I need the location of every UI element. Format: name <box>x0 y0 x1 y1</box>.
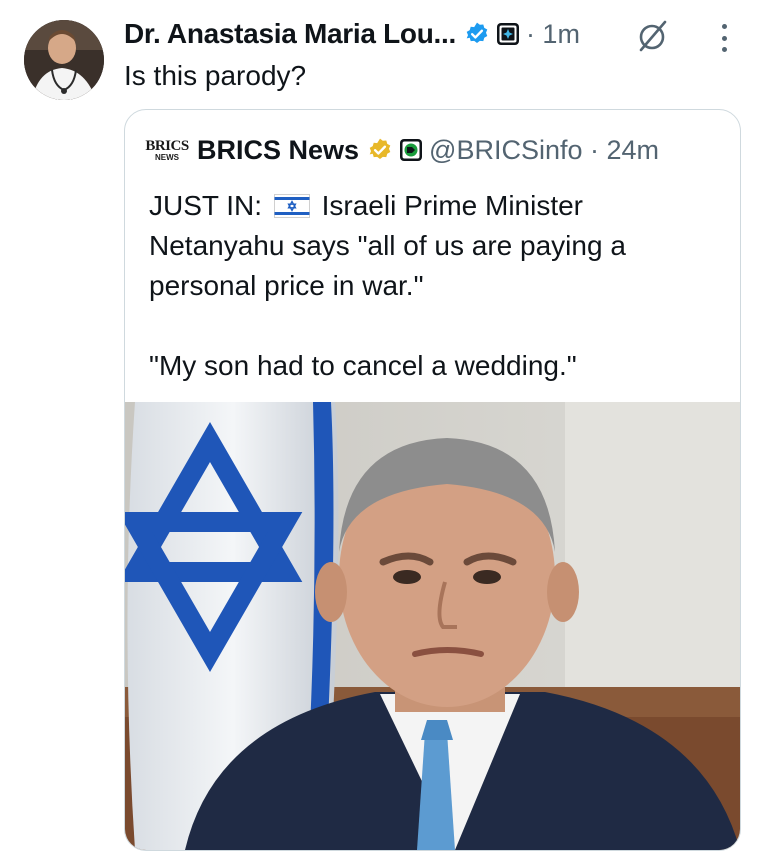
quoted-tweet-photo[interactable] <box>125 402 740 850</box>
affiliation-badge-icon[interactable] <box>399 138 423 162</box>
verified-badge-blue-icon <box>464 21 490 47</box>
grok-slash-icon[interactable] <box>632 16 672 61</box>
quoted-tweet[interactable]: BRICS NEWS BRICS News @BRICSinfo · 24m J… <box>124 109 741 851</box>
quoted-tweet-header: BRICS NEWS BRICS News @BRICSinfo · 24m <box>145 130 659 170</box>
verified-badge-gold-icon <box>367 137 393 163</box>
header-actions <box>632 16 672 61</box>
quoted-display-name[interactable]: BRICS News <box>197 135 359 166</box>
quoted-handle-time[interactable]: @BRICSinfo · 24m <box>429 135 659 166</box>
quoted-text-second: "My son had to cancel a wedding." <box>149 350 577 381</box>
brics-news-logo[interactable]: BRICS NEWS <box>145 130 189 170</box>
avatar[interactable] <box>24 20 104 100</box>
tweet-header: Dr. Anastasia Maria Lou... · 1m <box>124 14 580 54</box>
tweet-text: Is this parody? <box>124 60 307 91</box>
tweet-time[interactable]: · 1m <box>526 19 580 50</box>
israel-flag-icon <box>273 194 310 218</box>
quoted-text-prefix: JUST IN: <box>149 190 263 221</box>
tweet: Dr. Anastasia Maria Lou... · 1m Is this … <box>0 0 764 851</box>
affiliate-badge-icon[interactable] <box>496 22 520 46</box>
display-name[interactable]: Dr. Anastasia Maria Lou... <box>124 18 456 50</box>
quoted-tweet-text: JUST IN: Israeli Prime Minister Netanyah… <box>149 186 724 386</box>
more-options-icon[interactable] <box>712 20 736 56</box>
